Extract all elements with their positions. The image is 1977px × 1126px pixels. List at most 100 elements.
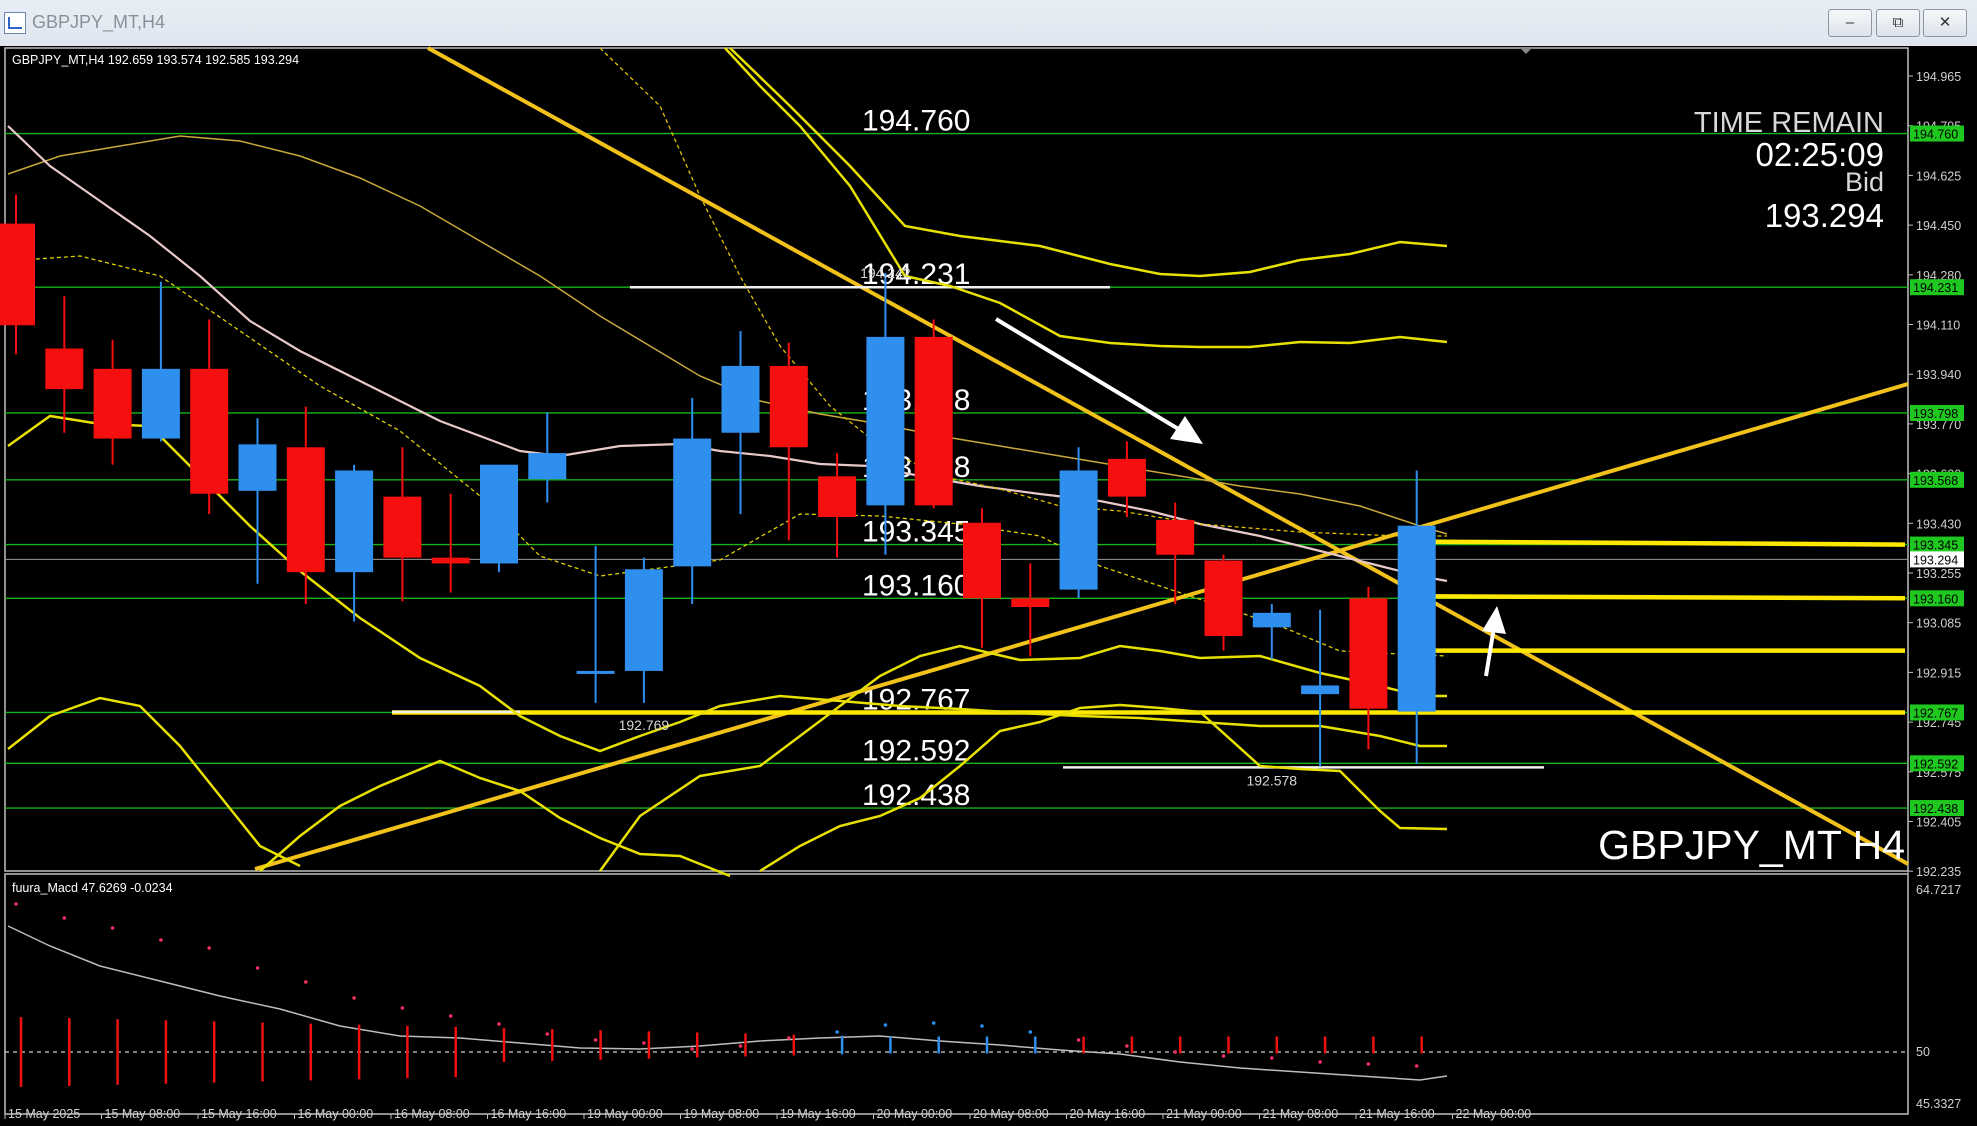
bear-candle [1349,598,1388,709]
price-tick-label: 194.450 [1916,219,1961,233]
signal-dot [1414,1064,1419,1068]
price-tick-label: 193.255 [1916,567,1961,581]
signal-dot [1173,1050,1177,1054]
bear-candle [45,348,84,390]
signal-dot [448,1014,453,1018]
bear-candle [769,365,808,448]
maximize-icon: ⧉ [1892,14,1904,31]
bear-candle [1107,458,1146,497]
bull-candle [1301,685,1340,695]
bull-candle [576,670,615,674]
signal-dot [1318,1060,1322,1064]
bear-candle [0,223,35,326]
price-tick-label: 192.405 [1916,816,1961,830]
signal-dot [1221,1054,1226,1058]
level-label: 194.760 [862,105,970,138]
signal-dot [304,980,308,984]
level-label: 193.345 [862,516,970,549]
time-tick-label: 22 May 00:00 [1456,1107,1532,1121]
bull-candle [141,368,180,439]
bear-candle [818,476,857,517]
time-tick-label: 19 May 08:00 [684,1107,760,1121]
time-tick-label: 15 May 2025 [8,1107,80,1121]
indicator-tick-label: 45.3327 [1916,1097,1961,1111]
signal-dot [1366,1062,1371,1066]
signal-dot [642,1041,646,1045]
price-tag-label: 194.231 [1913,281,1958,295]
price-tick-label: 194.965 [1916,70,1961,84]
signal-dot [1270,1056,1274,1060]
price-chart[interactable]: 194.760 194.231 193.798 193.568 193.345 193.1… [0,46,1977,1121]
signal-dot [497,1022,501,1026]
signal-dot [62,916,67,920]
indicator-label: fuura_Macd 47.6269 -0.0234 [12,881,173,895]
bid-value: 193.294 [1765,197,1884,234]
level-label: 193.160 [862,569,970,602]
price-tick-label: 192.915 [1916,666,1961,680]
time-tick-label: 19 May 16:00 [780,1107,856,1121]
bull-candle [624,569,663,671]
price-tag-label: 193.345 [1913,539,1958,553]
bull-candle [721,365,760,433]
level-trend-line [1414,594,1906,601]
bear-candle [1204,560,1243,637]
price-tag-label: 192.592 [1913,757,1958,771]
time-tick-label: 20 May 00:00 [877,1107,953,1121]
chart-info-line: GBPJPY_MT,H4 192.659 193.574 192.585 193… [12,53,299,67]
time-tick-label: 16 May 00:00 [298,1107,374,1121]
level-label: 192.592 [862,734,970,767]
bull-candle [1397,525,1436,712]
window-titlebar: GBPJPY_MT,H4 – ⧉ ✕ [0,0,1977,47]
bull-candle [1252,612,1291,628]
signal-dot [1028,1030,1033,1034]
bull-candle [480,464,518,564]
level-trend-line [1414,539,1906,547]
bear-candle [190,368,229,494]
time-remain-label: TIME REMAIN [1694,107,1884,139]
price-tag-label: 193.160 [1913,592,1958,606]
chart-window[interactable]: 194.760 194.231 193.798 193.568 193.345 193.1… [0,46,1977,1121]
time-tick-label: 20 May 16:00 [1070,1107,1146,1121]
price-tag-label: 193.798 [1913,407,1958,421]
time-tick-label: 20 May 08:00 [973,1107,1049,1121]
bull-candle [238,444,277,491]
signal-dot [835,1030,839,1034]
bear-candle [963,522,1001,599]
window-title: GBPJPY_MT,H4 [32,12,166,32]
signal-dot [159,938,163,942]
signal-dot [980,1024,984,1028]
chart-app-icon [4,12,26,34]
bear-candle [1156,519,1195,555]
bear-candle [914,336,953,506]
signal-dot [400,1006,405,1010]
minimize-icon: – [1845,14,1855,31]
signal-dot [207,946,211,950]
bear-candle [431,557,470,564]
signal-dot [352,996,356,1000]
time-tick-label: 21 May 00:00 [1166,1107,1242,1121]
price-tick-label: 192.235 [1916,865,1961,879]
signal-dot [14,902,18,906]
symbol-watermark: GBPJPY_MT H4 [1598,822,1905,868]
price-tick-label: 194.625 [1916,169,1961,183]
swing-label: 194.242 [860,265,911,281]
close-button[interactable]: ✕ [1923,9,1967,37]
bear-candle [93,368,132,439]
price-tag-label: 194.760 [1913,128,1958,142]
signal-dot [255,966,260,970]
price-tag-label: 192.438 [1913,802,1958,816]
price-tag-label: 193.568 [1913,474,1958,488]
signal-dot [110,926,115,930]
signal-dot [1125,1044,1129,1048]
close-icon: ✕ [1938,14,1952,31]
minimize-button[interactable]: – [1828,9,1872,37]
time-tick-label: 15 May 16:00 [201,1107,277,1121]
price-tick-label: 194.110 [1916,319,1960,333]
signal-dot [883,1023,888,1027]
bull-candle [673,438,712,567]
price-tag-label: 192.767 [1913,706,1958,720]
maximize-button[interactable]: ⧉ [1876,9,1920,37]
bear-candle [286,447,325,573]
price-tick-label: 193.430 [1916,517,1961,531]
price-tick-label: 193.085 [1916,617,1961,631]
